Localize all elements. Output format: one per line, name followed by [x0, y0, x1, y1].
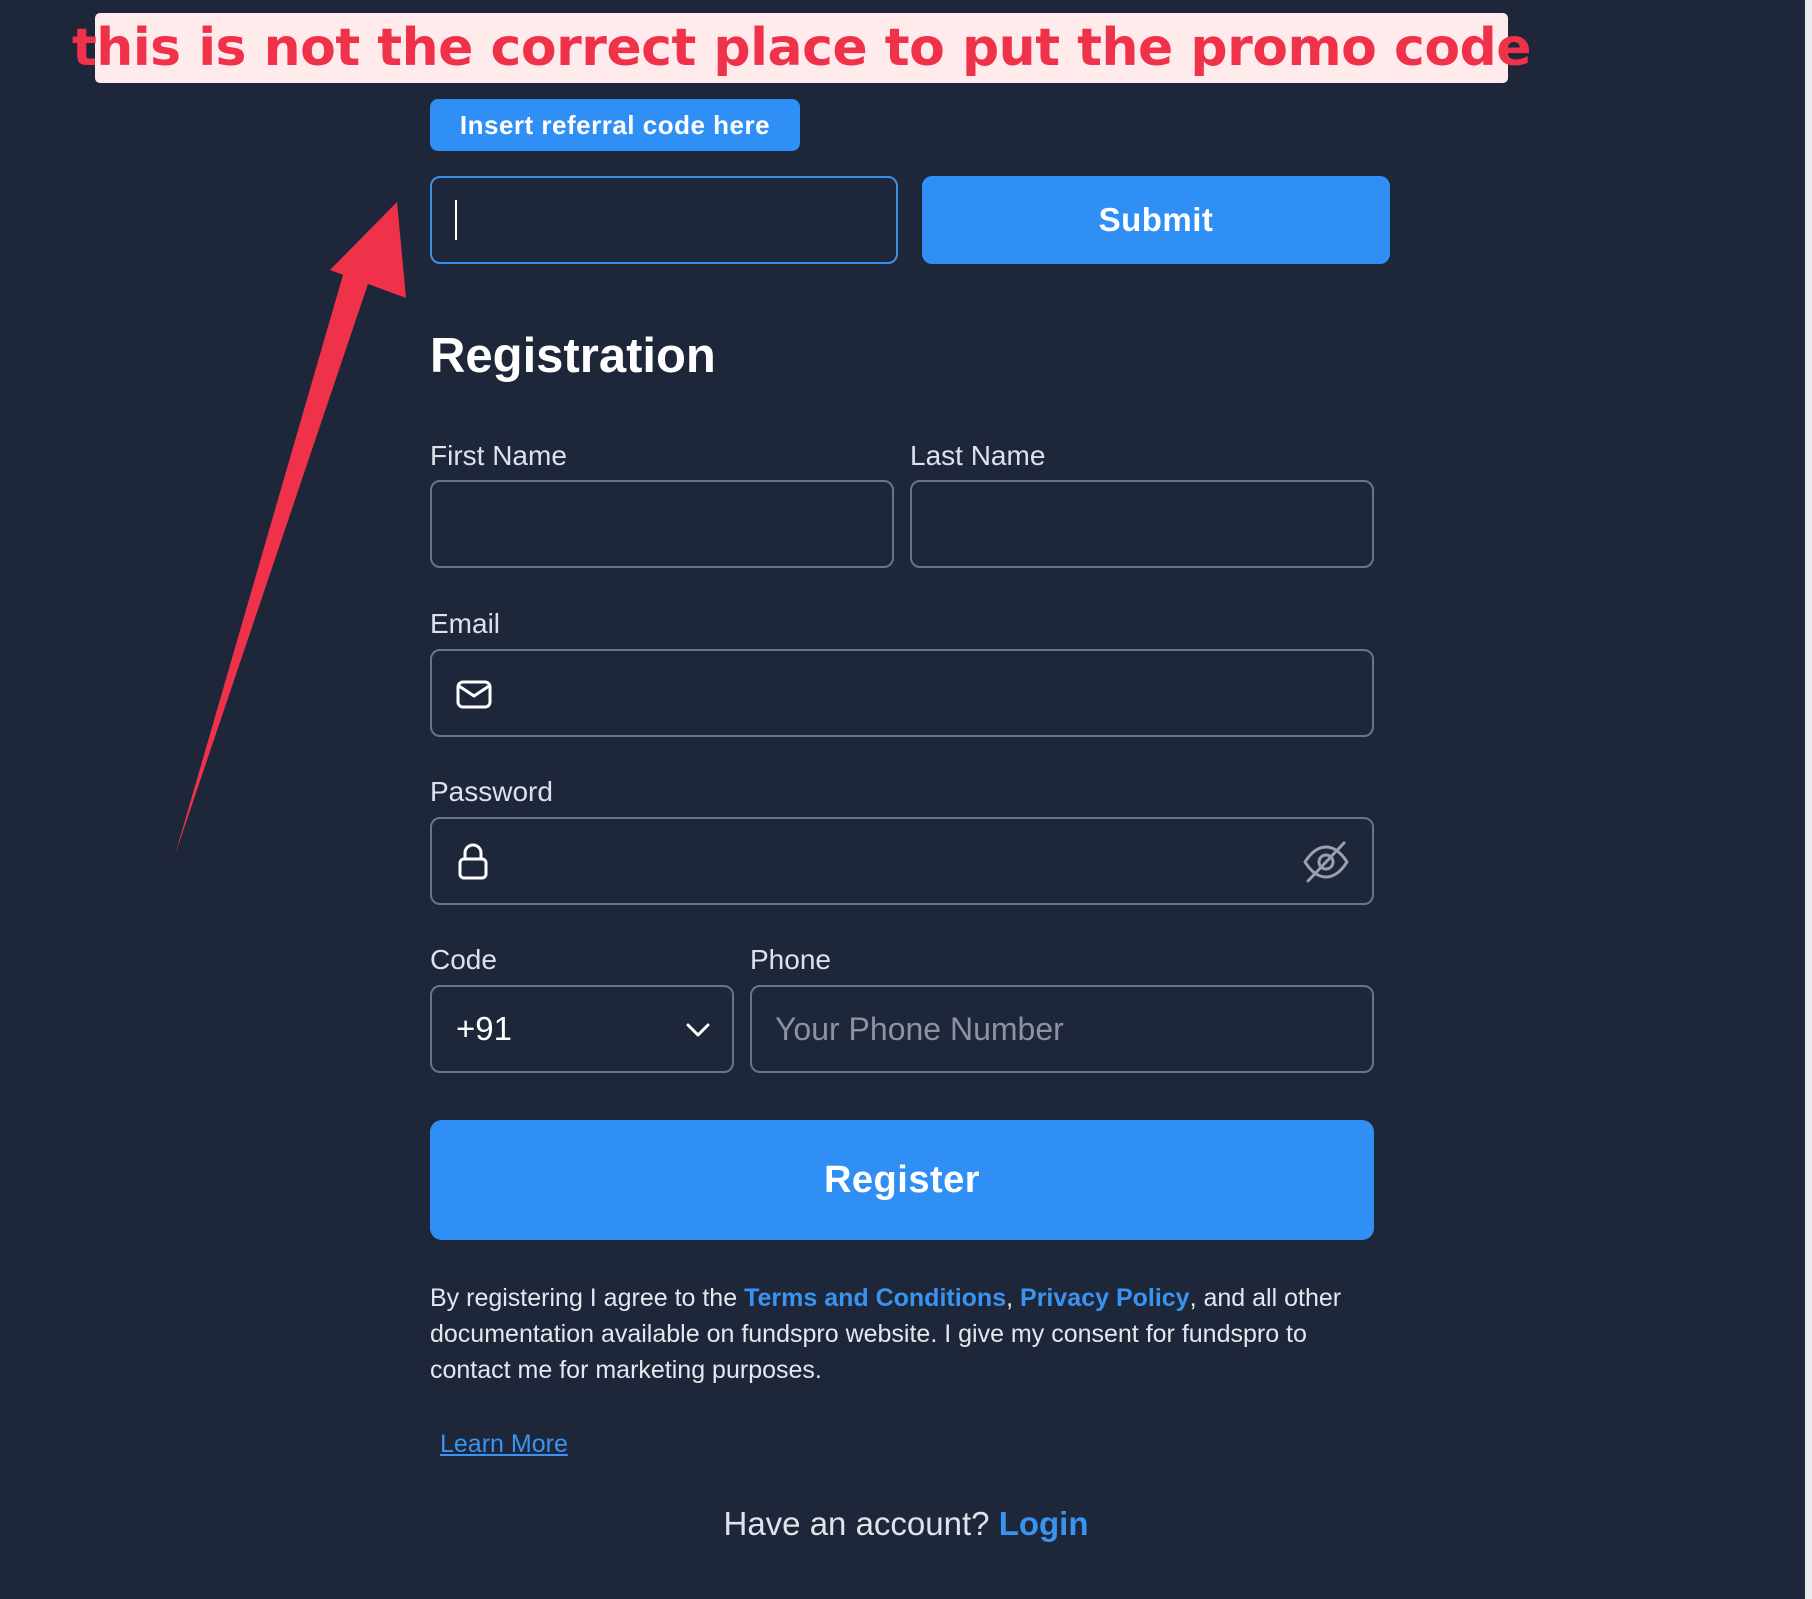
annotation-arrow-shaft [175, 268, 372, 855]
login-row: Have an account? Login [0, 1505, 1812, 1543]
register-button[interactable]: Register [430, 1120, 1374, 1240]
consent-text: By registering I agree to the Terms and … [430, 1280, 1390, 1388]
register-button-label: Register [823, 1158, 981, 1201]
code-label: Code [430, 944, 497, 975]
annotation-label: this is not the correct place to put the… [72, 13, 1532, 83]
chevron-down-icon [684, 1017, 712, 1048]
referral-badge: Insert referral code here [430, 99, 800, 151]
submit-button-label: Submit [1098, 201, 1214, 238]
window-edge [1805, 0, 1812, 1599]
email-label: Email [430, 608, 501, 639]
login-prompt: Have an account? [723, 1505, 999, 1542]
password-field[interactable] [430, 817, 1374, 905]
country-code-select[interactable]: +91 [430, 985, 734, 1073]
mail-icon [454, 675, 494, 720]
country-code-value: +91 [456, 1010, 512, 1047]
text-caret [455, 200, 457, 240]
annotation-text: this is not the correct place to put the… [71, 18, 1532, 78]
email-field[interactable] [430, 649, 1374, 737]
last-name-field[interactable] [910, 480, 1374, 568]
eye-off-icon[interactable] [1302, 839, 1350, 890]
annotation-arrow-head [330, 202, 406, 298]
first-name-field[interactable] [430, 480, 894, 568]
phone-field[interactable]: Your Phone Number [750, 985, 1374, 1073]
learn-more-link[interactable]: Learn More [440, 1430, 568, 1459]
phone-label: Phone [750, 944, 831, 975]
terms-link[interactable]: Terms and Conditions [744, 1284, 1006, 1312]
login-link[interactable]: Login [999, 1505, 1089, 1542]
referral-code-input[interactable] [430, 176, 898, 264]
consent-comma: , [1006, 1284, 1021, 1312]
last-name-label: Last Name [910, 440, 1046, 471]
first-name-label: First Name [430, 440, 567, 471]
password-label: Password [430, 776, 553, 807]
page-title: Registration [430, 329, 716, 383]
phone-placeholder: Your Phone Number [775, 1010, 1064, 1047]
referral-badge-label: Insert referral code here [459, 109, 771, 140]
submit-button[interactable]: Submit [922, 176, 1390, 264]
lock-icon [454, 841, 494, 888]
privacy-link[interactable]: Privacy Policy [1020, 1284, 1190, 1312]
consent-prefix: By registering I agree to the [430, 1284, 745, 1312]
